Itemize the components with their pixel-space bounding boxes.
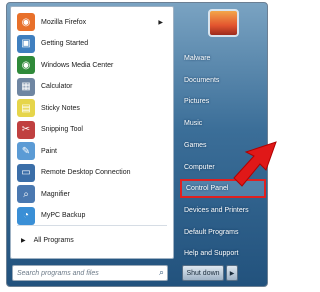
program-item[interactable]: ▣ Getting Started (13, 32, 171, 56)
snipping-tool-icon: ✂ (17, 120, 35, 139)
media-center-icon: ◉ (17, 56, 35, 74)
mypc-backup-icon: ◔ (17, 206, 35, 225)
calculator-icon: ▦ (17, 77, 35, 96)
remote-desktop-icon: ▭ (17, 163, 35, 182)
right-item-music[interactable]: Music (180, 114, 266, 133)
program-label: Calculator (41, 83, 73, 90)
submenu-arrow-icon[interactable]: ▶ (158, 19, 163, 26)
program-label: Remote Desktop Connection (41, 169, 131, 176)
search-icon[interactable]: ⌕ (159, 267, 164, 278)
right-item-help-support[interactable]: Help and Support (180, 244, 266, 263)
sticky-notes-icon: ▤ (17, 99, 35, 117)
program-item[interactable]: ◔ MyPC Backup (13, 204, 171, 228)
right-item-devices-printers[interactable]: Devices and Printers (180, 201, 266, 220)
right-item-malware[interactable]: Malware (180, 49, 266, 68)
all-programs-separator (17, 225, 167, 226)
program-label: Getting Started (41, 40, 89, 47)
program-label: Windows Media Center (41, 61, 114, 69)
program-item[interactable]: ▦ Calculator (13, 75, 171, 99)
program-label: Magnifier (41, 190, 70, 198)
program-item[interactable]: ▭ Remote Desktop Connection (13, 161, 171, 185)
shutdown-label: Shut down (186, 269, 220, 277)
user-avatar[interactable] (208, 9, 239, 37)
right-item-default-programs[interactable]: Default Programs (180, 223, 266, 242)
program-label: Paint (41, 147, 57, 155)
program-item[interactable]: ✂ Snipping Tool (13, 118, 171, 142)
firefox-icon: ◉ (17, 13, 35, 31)
triangle-right-icon: ▶ (21, 237, 26, 244)
program-item[interactable]: ▤ Sticky Notes (13, 96, 171, 120)
program-item[interactable]: ◉ Windows Media Center (13, 53, 171, 77)
programs-panel: ◉ Mozilla Firefox ▶ ▣ Getting Started ◉ Window… (10, 6, 174, 259)
right-item-pictures[interactable]: Pictures (180, 92, 266, 111)
search-placeholder: Search programs and files (17, 269, 99, 277)
program-item[interactable]: ✎ Paint (13, 139, 171, 163)
program-label: Snipping Tool (41, 126, 83, 133)
paint-icon: ✎ (17, 142, 35, 160)
all-programs-label: All Programs (33, 236, 74, 244)
shutdown-options-button[interactable]: ▶ (226, 265, 238, 281)
program-label: Sticky Notes (41, 104, 80, 112)
shutdown-button[interactable]: Shut down (182, 265, 224, 281)
right-item-documents[interactable]: Documents (180, 71, 266, 90)
search-input[interactable]: Search programs and files ⌕ (12, 265, 168, 281)
program-item[interactable]: ⌕ Magnifier (13, 182, 171, 206)
program-label: Mozilla Firefox (41, 18, 87, 26)
red-pointer-arrow-icon (233, 141, 277, 187)
program-label: MyPC Backup (41, 212, 86, 219)
all-programs-button[interactable]: ▶ All Programs (17, 231, 167, 249)
magnifier-icon: ⌕ (17, 185, 35, 203)
chevron-right-icon: ▶ (229, 270, 235, 277)
program-item[interactable]: ◉ Mozilla Firefox ▶ (13, 10, 171, 34)
getting-started-icon: ▣ (17, 34, 35, 53)
start-menu: ◉ Mozilla Firefox ▶ ▣ Getting Started ◉ Window… (6, 2, 268, 287)
